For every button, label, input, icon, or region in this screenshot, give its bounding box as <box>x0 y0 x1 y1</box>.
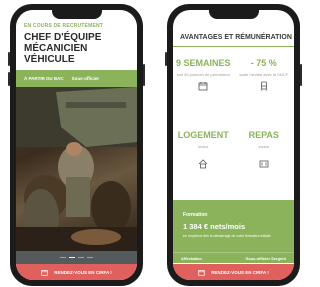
phone-notch <box>51 10 102 19</box>
formation-salary: 1 384 € nets/mois <box>183 222 246 231</box>
benefit-housing: LOGEMENT inclus <box>173 130 234 169</box>
affectation-row[interactable]: Affectation Sous-officier Sergent <box>173 252 294 263</box>
carousel-dot[interactable] <box>87 256 93 259</box>
benefit-desc: toute l'année avec la SNCF <box>239 72 289 77</box>
cta-label: RENDEZ-VOUS EN CIRFA ! <box>211 269 269 275</box>
benefit-leave: 9 SEMAINES soit 45 jours/an de permissio… <box>173 58 234 91</box>
recruitment-status: EN COURS DE RECRUTEMENT <box>24 23 104 29</box>
formation-note: en moyenne dès le démarrage de votre for… <box>183 234 271 238</box>
benefit-desc: soit 45 jours/an de permission <box>176 72 230 77</box>
phone-power-button <box>143 64 145 86</box>
carousel-dot[interactable] <box>78 256 84 259</box>
phone-notch <box>208 10 259 19</box>
phone-volume-button <box>8 72 10 86</box>
affectation-label: Affectation <box>181 255 202 261</box>
calendar-icon <box>198 269 205 276</box>
job-title: CHEF D'ÉQUIPE MÉCANICIEN VÉHICULE <box>24 32 102 65</box>
calendar-icon <box>198 82 208 91</box>
benefit-sncf: - 75 % toute l'année avec la SNCF <box>234 58 295 91</box>
left-screen: EN COURS DE RECRUTEMENT CHEF D'ÉQUIPE MÉ… <box>16 10 137 280</box>
calendar-icon <box>41 269 48 276</box>
house-icon <box>198 159 208 169</box>
formation-salary-block: Formation 1 384 € nets/mois en moyenne d… <box>173 200 294 252</box>
cta-label: RENDEZ-VOUS EN CIRFA ! <box>54 269 112 275</box>
job-header: EN COURS DE RECRUTEMENT CHEF D'ÉQUIPE MÉ… <box>16 10 137 70</box>
meal-icon <box>259 160 269 168</box>
cirfa-cta-button[interactable]: RENDEZ-VOUS EN CIRFA ! <box>16 264 137 280</box>
phone-volume-button <box>165 52 167 66</box>
benefit-value: - 75 % <box>250 58 277 68</box>
carousel-dot-active[interactable] <box>69 256 75 259</box>
education-level: À PARTIR DU BAC <box>24 76 64 81</box>
benefit-value: REPAS <box>248 130 279 140</box>
right-screen: AVANTAGES ET RÉMUNÉRATION 9 SEMAINES soi… <box>173 10 294 280</box>
benefits-grid: 9 SEMAINES soit 45 jours/an de permissio… <box>173 50 294 200</box>
benefit-desc: inclus <box>258 144 269 149</box>
cirfa-cta-button[interactable]: RENDEZ-VOUS EN CIRFA ! <box>173 264 294 280</box>
formation-label: Formation <box>183 212 208 218</box>
train-icon <box>260 81 268 91</box>
affectation-value: Sous-officier Sergent <box>245 255 286 261</box>
job-photo[interactable] <box>16 87 137 251</box>
mechanic-photo-illustration <box>16 87 137 251</box>
benefit-desc: inclus <box>198 144 209 149</box>
benefit-value: LOGEMENT <box>177 130 229 140</box>
rank-label: Sous-officier <box>71 76 100 81</box>
job-meta-bar: À PARTIR DU BAC Sous-officier <box>16 70 137 87</box>
left-phone-frame: EN COURS DE RECRUTEMENT CHEF D'ÉQUIPE MÉ… <box>8 4 145 286</box>
right-phone-frame: AVANTAGES ET RÉMUNÉRATION 9 SEMAINES soi… <box>165 4 302 286</box>
phone-power-button <box>300 64 302 86</box>
section-divider <box>173 46 294 47</box>
carousel-dot[interactable] <box>60 256 66 259</box>
carousel-indicator[interactable] <box>16 251 137 264</box>
phone-volume-button <box>8 52 10 66</box>
benefit-meals: REPAS inclus <box>234 130 295 169</box>
section-title: AVANTAGES ET RÉMUNÉRATION <box>180 34 292 41</box>
benefit-value: 9 SEMAINES <box>175 58 231 68</box>
